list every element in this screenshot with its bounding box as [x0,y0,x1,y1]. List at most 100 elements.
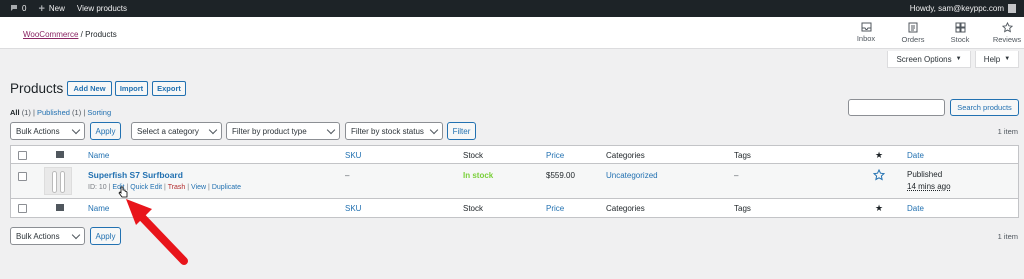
bulk-actions-label: Bulk Actions [16,231,60,241]
annotation-arrow-icon [122,195,190,269]
orders-label: Orders [901,35,925,44]
breadcrumb-woocommerce-link[interactable]: WooCommerce [23,30,78,39]
import-button[interactable]: Import [115,81,148,96]
reviews-button[interactable]: Reviews [987,22,1024,44]
plus-icon: + [38,2,45,15]
date-ago: 14 mins ago [907,182,951,191]
comments-count: 0 [22,4,27,13]
apply-button-top[interactable]: Apply [90,122,121,140]
orders-button[interactable]: Orders [893,22,933,44]
product-thumbnail[interactable] [44,167,72,195]
chevron-down-icon [429,125,439,135]
inbox-button[interactable]: Inbox [846,22,886,43]
stock-label: Stock [950,35,970,44]
column-date[interactable]: Date [907,151,924,160]
screen-options-label: Screen Options [896,54,952,64]
surfboard-image [60,171,65,193]
product-tags: – [734,171,739,180]
date-status: Published [907,170,943,179]
account-menu[interactable]: Howdy, sam@keyppc.com [910,0,1016,17]
filter-button[interactable]: Filter [447,122,476,140]
reviews-icon [987,22,1024,33]
page-title: Products [10,81,64,96]
featured-star-icon[interactable] [872,168,886,183]
orders-icon [893,22,933,33]
bulk-actions-label: Bulk Actions [16,126,60,136]
comments-menu[interactable]: 0 [10,4,26,14]
views-separator: | [32,108,35,117]
items-count-top: 1 item [997,127,1018,136]
column-sku-footer[interactable]: SKU [345,204,361,213]
export-button[interactable]: Export [152,81,186,96]
stock-status-filter-select[interactable]: Filter by stock status [345,122,443,140]
featured-column-star-icon-footer[interactable]: ★ [875,203,883,214]
views-separator: | [83,108,86,117]
stock-button[interactable]: Stock [940,22,980,44]
column-price-footer[interactable]: Price [546,204,564,213]
image-column-icon [56,151,64,158]
trash-link[interactable]: Trash [168,184,186,191]
column-stock-footer: Stock [463,204,484,213]
woocommerce-header: WooCommerce / Products Inbox Orders Stoc… [0,17,1024,49]
breadcrumb: WooCommerce / Products [23,30,117,39]
apply-button-bottom[interactable]: Apply [90,227,121,245]
quick-edit-link[interactable]: Quick Edit [130,184,162,191]
items-count-bottom: 1 item [997,232,1018,241]
stock-status-filter-label: Filter by stock status [351,126,424,136]
howdy-text: Howdy, sam@keyppc.com [909,4,1004,13]
column-name[interactable]: Name [88,151,109,160]
chevron-down-icon [71,230,81,240]
product-id: ID: 10 [88,184,107,191]
image-column-icon [56,204,64,211]
view-published[interactable]: Published (1) [37,108,81,117]
column-date-footer[interactable]: Date [907,204,924,213]
view-sorting[interactable]: Sorting [87,108,111,117]
column-tags-footer: Tags [734,204,751,213]
avatar [1008,4,1016,13]
add-new-button[interactable]: Add New [67,81,112,96]
category-link[interactable]: Uncategorized [606,171,658,180]
duplicate-link[interactable]: Duplicate [212,184,241,191]
select-all-checkbox[interactable] [18,151,27,160]
new-content-menu[interactable]: + New [38,3,64,15]
help-button[interactable]: Help ▼ [975,51,1019,68]
reviews-label: Reviews [992,35,1022,44]
product-price: $559.00 [546,171,575,180]
search-products-button[interactable]: Search products [950,99,1019,116]
column-stock: Stock [463,151,484,160]
search-input[interactable] [848,99,945,116]
admin-bar: 0 + New View products Howdy, sam@keyppc.… [0,0,1024,17]
column-price[interactable]: Price [546,151,564,160]
product-type-filter-label: Filter by product type [232,126,307,136]
status-views: All (1) | Published (1) | Sorting [10,108,111,117]
breadcrumb-separator: / [80,30,83,39]
product-type-filter-select[interactable]: Filter by product type [226,122,340,140]
product-name-link[interactable]: Superfish S7 Surfboard [88,170,183,180]
row-checkbox[interactable] [18,172,27,181]
column-sku[interactable]: SKU [345,151,361,160]
featured-column-star-icon[interactable]: ★ [875,150,883,161]
table-row: Superfish S7 Surfboard ID: 10 | Edit | Q… [11,164,1018,199]
chevron-down-icon [208,125,218,135]
column-name-footer[interactable]: Name [88,204,109,213]
bulk-actions-select-bottom[interactable]: Bulk Actions [10,227,85,245]
bulk-actions-select-top[interactable]: Bulk Actions [10,122,85,140]
breadcrumb-current: Products [85,30,117,39]
chevron-down-icon [326,125,336,135]
row-actions: ID: 10 | Edit | Quick Edit | Trash | Vie… [88,184,241,191]
stock-icon [940,22,980,33]
category-filter-select[interactable]: Select a category [131,122,222,140]
help-label: Help [983,54,1001,64]
stock-status: In stock [463,171,494,180]
select-all-checkbox-footer[interactable] [18,204,27,213]
column-categories: Categories [606,151,645,160]
table-header: Name SKU Stock Price Categories Tags ★ D… [11,146,1018,164]
view-link[interactable]: View [191,184,206,191]
category-filter-label: Select a category [137,126,199,136]
view-all[interactable]: All (1) [10,108,31,117]
product-sku: – [345,171,350,180]
screen-options-button[interactable]: Screen Options ▼ [887,51,971,68]
caret-down-icon: ▼ [1004,56,1011,62]
view-products-link[interactable]: View products [77,4,127,13]
inbox-icon [846,22,886,32]
